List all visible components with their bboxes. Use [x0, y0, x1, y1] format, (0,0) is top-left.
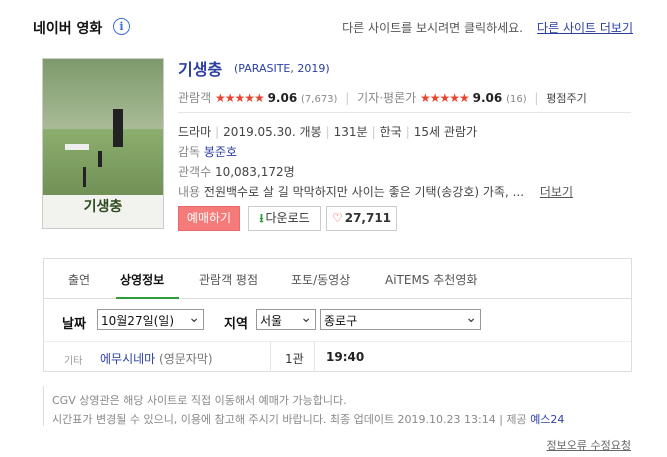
rating-line: 관람객 ★★★★★ 9.06 (7,673) | 기자·평론가 ★★★★★ 9.…	[178, 91, 587, 105]
region-select[interactable]: 서울 ⌄	[256, 309, 316, 330]
release-date: 2019.05.30. 개봉	[223, 125, 322, 139]
active-tab-indicator	[116, 297, 179, 299]
poster-title: 기생충	[83, 199, 123, 215]
content-more-link[interactable]: 더보기	[540, 185, 573, 199]
audience-count: (7,673)	[301, 94, 338, 105]
age-rating: 15세 관람가	[413, 125, 478, 139]
showtime-panel: 출연 상영정보 관람객 평점 포토/동영상 AiTEMS 추천영화 날짜 10월…	[43, 258, 632, 372]
movie-poster[interactable]: 기생충	[42, 58, 164, 229]
like-button[interactable]: ♡ 27,711	[326, 206, 397, 231]
director-label: 감독	[178, 145, 201, 159]
table-row: 기타 에무시네마 (영문자막) 1관 19:40	[44, 341, 631, 372]
movie-subtitle: (PARASITE, 2019)	[234, 62, 330, 75]
download-icon: ⭳	[259, 211, 264, 225]
like-count: 27,711	[344, 211, 392, 225]
critic-label: 기자·평론가	[357, 91, 417, 105]
region-label: 지역	[224, 317, 248, 332]
movie-title[interactable]: 기생충	[178, 56, 222, 80]
content-summary: 전원백수로 살 길 막막하지만 사이는 좋은 기택(송강호) 가족, ...	[203, 185, 525, 199]
movie-meta: 드라마 | 2019.05.30. 개봉 | 131분 | 한국 | 15세 관람가	[178, 125, 478, 139]
critic-score: 9.06	[472, 91, 503, 105]
other-site-message: 다른 사이트를 보시려면 클릭하세요.	[342, 21, 523, 35]
tab-bar: 출연 상영정보 관람객 평점 포토/동영상 AiTEMS 추천영화	[44, 259, 631, 299]
district-value: 종로구	[324, 314, 358, 328]
tab-cast[interactable]: 출연	[68, 271, 90, 288]
rate-button[interactable]: 평점주기	[546, 92, 586, 105]
download-button[interactable]: ⭳ 다운로드	[248, 206, 321, 231]
content-line: 내용 전원백수로 살 길 막막하지만 사이는 좋은 기택(송강호) 가족, ..…	[178, 183, 573, 200]
critic-count: (16)	[506, 94, 527, 105]
audience-label: 관람객	[178, 91, 212, 105]
heart-icon: ♡	[331, 211, 343, 225]
book-button[interactable]: 예매하기	[178, 206, 240, 231]
director-link[interactable]: 봉준호	[204, 145, 237, 159]
theater-note: (영문자막)	[159, 352, 213, 366]
chevron-down-icon: ⌄	[465, 310, 477, 326]
critic-stars-icon: ★★★★★	[420, 91, 470, 105]
page-header: 네이버 영화 i 다른 사이트를 보시려면 클릭하세요. 다른 사이트 더보기	[33, 14, 633, 40]
audience-score: 9.06	[267, 91, 298, 105]
date-label: 날짜	[62, 317, 86, 332]
theater-category: 기타	[64, 356, 83, 367]
region-value: 서울	[260, 314, 283, 328]
notice-text: CGV 상영관은 해당 사이트로 직접 이동해서 예매가 가능합니다. 시간표가…	[52, 391, 564, 429]
director-line: 감독 봉준호	[178, 143, 237, 160]
screen-name: 1관	[285, 352, 304, 366]
district-select[interactable]: 종로구 ⌄	[320, 309, 481, 330]
genre: 드라마	[178, 125, 212, 139]
notice-line-1: CGV 상영관은 해당 사이트로 직접 이동해서 예매가 가능합니다.	[52, 394, 347, 407]
other-site-link[interactable]: 다른 사이트 더보기	[537, 19, 633, 36]
audience-stars-icon: ★★★★★	[214, 91, 265, 105]
tab-photos-videos[interactable]: 포토/동영상	[291, 271, 350, 288]
info-icon[interactable]: i	[113, 18, 130, 35]
show-time[interactable]: 19:40	[326, 350, 364, 364]
tab-audience-reviews[interactable]: 관람객 평점	[199, 271, 258, 288]
chevron-down-icon: ⌄	[188, 310, 200, 326]
tab-aitems[interactable]: AiTEMS 추천영화	[385, 271, 477, 288]
date-value: 10월27일(일)	[101, 314, 175, 328]
report-error-link[interactable]: 정보오류 수정요청	[547, 437, 631, 453]
runtime: 131분	[333, 125, 368, 139]
page-title: 네이버 영화	[33, 21, 103, 37]
chevron-down-icon: ⌄	[300, 310, 312, 326]
viewers-count: 10,083,172명	[214, 165, 295, 179]
country: 한국	[379, 125, 402, 139]
date-select[interactable]: 10월27일(일) ⌄	[97, 309, 204, 330]
theater-link[interactable]: 에무시네마	[100, 352, 155, 366]
viewers-line: 관객수 10,083,172명	[178, 163, 295, 180]
provider-link[interactable]: 예스24	[530, 413, 564, 426]
download-label: 다운로드	[265, 211, 310, 225]
viewers-label: 관객수	[178, 165, 212, 179]
tab-showtimes[interactable]: 상영정보	[120, 271, 164, 288]
theater-row: 에무시네마 (영문자막)	[100, 350, 213, 367]
notice-line-2: 시간표가 변경될 수 있으니, 이용에 참고해 주시기 바랍니다. 최종 업데이…	[52, 413, 565, 426]
content-label: 내용	[178, 185, 201, 199]
